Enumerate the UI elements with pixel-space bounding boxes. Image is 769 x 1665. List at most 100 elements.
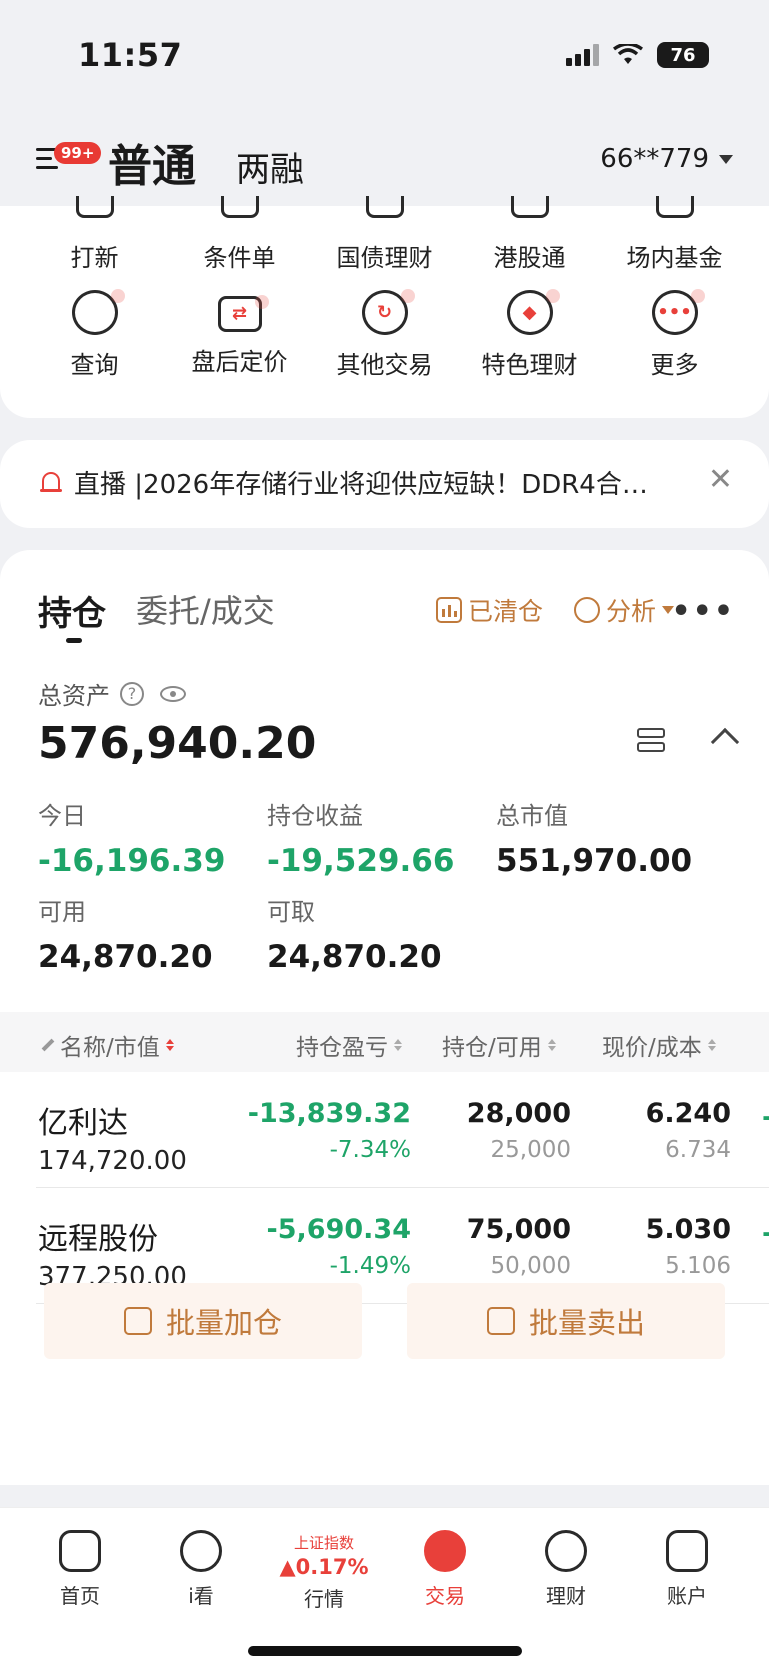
status-bar: 11:57 76 [0,0,769,100]
positions-card: 持仓 委托/成交 已清仓 分析 ••• 总资产 ? 576,940.20 今日 … [0,550,769,1485]
pl-cell: -13,839.32 -7.34% [247,1098,411,1163]
index-change: ▲0.17% [279,1555,369,1579]
nav-watch[interactable]: i看 [141,1522,261,1609]
column-name[interactable]: 名称/市值 [38,1028,174,1062]
home-icon [59,1530,101,1572]
close-icon[interactable]: ✕ [708,462,733,497]
header: 99+ 普通 两融 66**779 [0,100,769,206]
more-icon: ••• [651,289,705,335]
help-icon[interactable]: ? [120,681,144,706]
sort-icon [165,1039,174,1051]
overflow-column-value: -1 [762,1218,769,1249]
quick-conditional-order[interactable]: 条件单 [167,196,312,276]
cellular-signal-icon [566,44,599,66]
stat-withdrawable: 可取 24,870.20 [267,898,442,975]
quick-treasury[interactable]: 国债理财 [312,196,457,276]
chevron-up-icon[interactable] [710,727,740,757]
etf-icon [655,196,694,218]
quick-ipo[interactable]: 打新 [22,196,167,276]
quick-etf[interactable]: 场内基金 [602,196,747,276]
holdings-table-header: 名称/市值 持仓盈亏 持仓/可用 现价/成本 [0,1012,769,1072]
quick-after-hours[interactable]: ⇄ 盘后定价 [167,276,312,380]
nav-market[interactable]: 上证指数 ▲0.17% 行情 [264,1522,384,1612]
nav-finance[interactable]: 理财 [506,1522,626,1609]
edit-icon[interactable] [38,1037,54,1053]
pl-cell: -5,690.34 -1.49% [266,1214,411,1279]
more-options-icon[interactable]: ••• [671,594,735,629]
layout-toggle-icon[interactable] [637,728,665,754]
quick-actions-card: 打新 条件单 国债理财 港股通 场内基金 查询 ⇄ 盘后定价 ↻ 其他交易 ◆ … [0,196,769,418]
nav-trade[interactable]: 交易 [385,1522,505,1609]
tab-indicator [66,638,82,643]
tab-normal[interactable]: 普通 [108,130,196,194]
bottom-tab-bar: 首页 i看 上证指数 ▲0.17% 行情 交易 理财 账户 [0,1507,769,1665]
quick-other-trade[interactable]: ↻ 其他交易 [312,276,457,380]
conditional-order-icon [220,196,259,218]
overflow-column-value: - [762,1102,769,1133]
batch-sell-button[interactable]: 批量卖出 [407,1283,725,1359]
home-indicator [248,1646,522,1656]
news-banner[interactable]: 直播 |2026年存储行业将迎供应短缺！DDR4合… ✕ [0,440,769,528]
holding-cell: 28,000 25,000 [466,1098,571,1163]
quick-special-finance[interactable]: ◆ 特色理财 [457,276,602,380]
exchange-icon: ⇄ [217,295,269,332]
sort-icon [547,1039,556,1051]
news-text[interactable]: 直播 |2026年存储行业将迎供应短缺！DDR4合… [74,464,674,501]
status-icons: 76 [566,42,709,68]
refresh-icon: ↻ [361,289,415,335]
quick-hk-connect[interactable]: 港股通 [457,196,602,276]
account-number: 66**779 [600,144,709,174]
quick-query[interactable]: 查询 [22,276,167,380]
stat-available: 可用 24,870.20 [38,898,213,975]
stat-holding-pl: 持仓收益 -19,529.66 [267,802,455,879]
stock-name-cell: 亿利达 174,720.00 [38,1106,187,1176]
swap-icon [424,1530,466,1572]
sort-icon [394,1039,402,1051]
total-assets-label: 总资产 ? [38,676,186,711]
account-selector[interactable]: 66**779 [600,144,733,174]
column-price[interactable]: 现价/成本 [602,1028,716,1062]
index-name: 上证指数 [293,1534,354,1552]
price-cell: 6.240 6.734 [645,1098,731,1163]
hk-connect-icon [510,196,549,218]
column-holding[interactable]: 持仓/可用 [442,1028,556,1062]
trend-icon [574,597,600,623]
sort-icon [707,1039,716,1051]
ipo-icon [75,196,114,218]
chevron-down-icon [719,154,733,164]
batch-add-button[interactable]: 批量加仓 [44,1283,362,1359]
tab-margin[interactable]: 两融 [236,142,304,191]
nav-account[interactable]: 账户 [627,1522,747,1609]
status-time: 11:57 [78,36,183,74]
bar-chart-icon [436,597,462,623]
add-position-icon [123,1307,152,1335]
battery-icon: 76 [657,42,709,68]
stock-name-cell: 远程股份 377,250.00 [38,1222,187,1292]
eye-icon[interactable] [160,685,186,702]
search-icon [71,289,125,335]
treasury-icon [365,196,404,218]
analyze-button[interactable]: 分析 [574,592,675,628]
stat-market-value: 总市值 551,970.00 [496,802,693,879]
quick-row-2: 查询 ⇄ 盘后定价 ↻ 其他交易 ◆ 特色理财 ••• 更多 [22,276,747,380]
bell-icon [40,470,62,496]
tab-holdings[interactable]: 持仓 [38,586,106,635]
diamond-icon [545,1530,587,1572]
total-assets-value: 576,940.20 [38,718,317,769]
stat-today: 今日 -16,196.39 [38,802,226,879]
notification-badge: 99+ [54,142,102,164]
holding-cell: 75,000 50,000 [466,1214,571,1279]
account-icon [666,1530,708,1572]
table-row[interactable]: 亿利达 174,720.00 -13,839.32 -7.34% 28,000 … [0,1072,769,1188]
nav-home[interactable]: 首页 [20,1522,140,1609]
cleared-button[interactable]: 已清仓 [436,592,543,628]
sell-icon [486,1307,515,1335]
quick-row-1: 打新 条件单 国债理财 港股通 场内基金 [22,196,747,276]
price-cell: 5.030 5.106 [645,1214,731,1279]
column-pl[interactable]: 持仓盈亏 [296,1028,402,1062]
tab-orders[interactable]: 委托/成交 [136,586,275,632]
play-icon [180,1530,222,1572]
quick-more[interactable]: ••• 更多 [602,276,747,380]
wifi-icon [613,44,643,64]
medal-icon: ◆ [506,289,560,335]
